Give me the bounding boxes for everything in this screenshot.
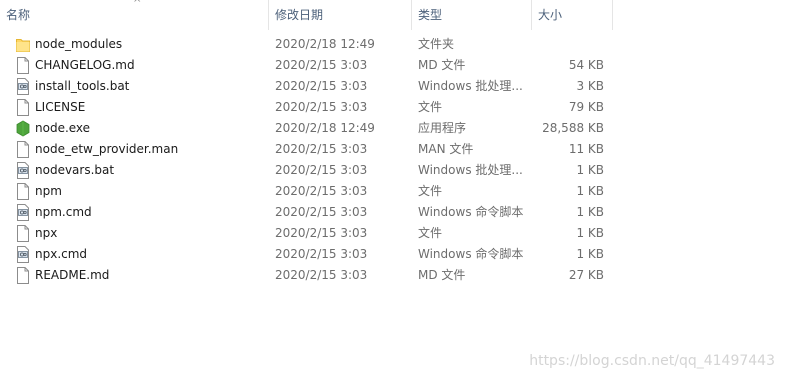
folder-icon [16,36,30,53]
file-row[interactable]: LICENSE 2020/2/15 3:03 文件 79 KB [0,97,785,118]
file-date-modified: 2020/2/15 3:03 [275,205,368,219]
file-row[interactable]: npx 2020/2/15 3:03 文件 1 KB [0,223,785,244]
file-type: MD 文件 [418,268,466,282]
column-header-date-modified[interactable]: 修改日期 [269,0,411,30]
file-icon [16,225,30,242]
file-type: Windows 命令脚本 [418,247,524,261]
file-icon [16,183,30,200]
file-size: 79 KB [568,100,604,114]
file-name: npm.cmd [35,205,92,219]
file-size: 1 KB [576,226,604,240]
file-icon [16,141,30,158]
file-size: 54 KB [568,58,604,72]
file-name: node.exe [35,121,91,135]
file-type: MAN 文件 [418,142,474,156]
file-size: 1 KB [576,247,604,261]
file-date-modified: 2020/2/15 3:03 [275,79,368,93]
file-row[interactable]: install_tools.bat 2020/2/15 3:03 Windows 批… [0,76,785,97]
file-type: MD 文件 [418,58,466,72]
file-date-modified: 2020/2/18 12:49 [275,37,375,51]
column-header-size[interactable]: 大小 [532,0,612,30]
file-size: 28,588 KB [542,121,604,135]
file-size: 3 KB [576,79,604,93]
file-type: Windows 命令脚本 [418,205,524,219]
file-type: 文件 [418,184,443,198]
file-row[interactable]: npx.cmd 2020/2/15 3:03 Windows 命令脚本 1 KB [0,244,785,265]
file-icon [16,57,30,74]
file-name: node_etw_provider.man [35,142,179,156]
file-size: 11 KB [568,142,604,156]
file-date-modified: 2020/2/15 3:03 [275,163,368,177]
column-header-name-label: 名称 [6,8,31,22]
file-size: 1 KB [576,184,604,198]
column-header-type[interactable]: 类型 [412,0,531,30]
file-type: 应用程序 [418,121,467,135]
file-date-modified: 2020/2/15 3:03 [275,226,368,240]
sort-ascending-icon: ^ [133,0,142,9]
file-row[interactable]: npm.cmd 2020/2/15 3:03 Windows 命令脚本 1 KB [0,202,785,223]
file-name: install_tools.bat [35,79,130,93]
batch-file-icon [16,78,30,95]
file-icon [16,267,30,284]
file-date-modified: 2020/2/18 12:49 [275,121,375,135]
file-row[interactable]: node_modules 2020/2/18 12:49 文件夹 [0,34,785,55]
file-name: LICENSE [35,100,86,114]
file-name: npm [35,184,62,198]
column-divider[interactable] [612,0,613,30]
file-row[interactable]: node_etw_provider.man 2020/2/15 3:03 MAN 文… [0,139,785,160]
file-date-modified: 2020/2/15 3:03 [275,142,368,156]
file-icon [16,99,30,116]
file-row[interactable]: README.md 2020/2/15 3:03 MD 文件 27 KB [0,265,785,286]
file-size: 1 KB [576,205,604,219]
file-name: npx [35,226,58,240]
file-type: 文件夹 [418,37,455,51]
file-row[interactable]: nodevars.bat 2020/2/15 3:03 Windows 批处理...… [0,160,785,181]
file-date-modified: 2020/2/15 3:03 [275,268,368,282]
batch-file-icon [16,162,30,179]
batch-file-icon [16,246,30,263]
column-header-bar: 名称 ^ 修改日期 类型 大小 [0,0,785,30]
column-header-date-label: 修改日期 [275,8,324,22]
file-type: Windows 批处理... [418,79,523,93]
nodejs-icon [16,120,30,137]
file-type: Windows 批处理... [418,163,523,177]
file-type: 文件 [418,100,443,114]
batch-file-icon [16,204,30,221]
file-list: node_modules 2020/2/18 12:49 文件夹 CHANGELOG.… [0,34,785,286]
file-row[interactable]: npm 2020/2/15 3:03 文件 1 KB [0,181,785,202]
watermark-text: https://blog.csdn.net/qq_41497443 [529,353,775,369]
file-date-modified: 2020/2/15 3:03 [275,58,368,72]
file-name: npx.cmd [35,247,88,261]
file-size: 1 KB [576,163,604,177]
file-date-modified: 2020/2/15 3:03 [275,100,368,114]
column-header-type-label: 类型 [418,8,443,22]
file-date-modified: 2020/2/15 3:03 [275,184,368,198]
file-date-modified: 2020/2/15 3:03 [275,247,368,261]
column-header-size-label: 大小 [538,8,563,22]
file-name: node_modules [35,37,123,51]
file-name: nodevars.bat [35,163,115,177]
file-type: 文件 [418,226,443,240]
file-row[interactable]: node.exe 2020/2/18 12:49 应用程序 28,588 KB [0,118,785,139]
file-name: CHANGELOG.md [35,58,135,72]
file-name: README.md [35,268,110,282]
file-row[interactable]: CHANGELOG.md 2020/2/15 3:03 MD 文件 54 KB [0,55,785,76]
file-size: 27 KB [568,268,604,282]
